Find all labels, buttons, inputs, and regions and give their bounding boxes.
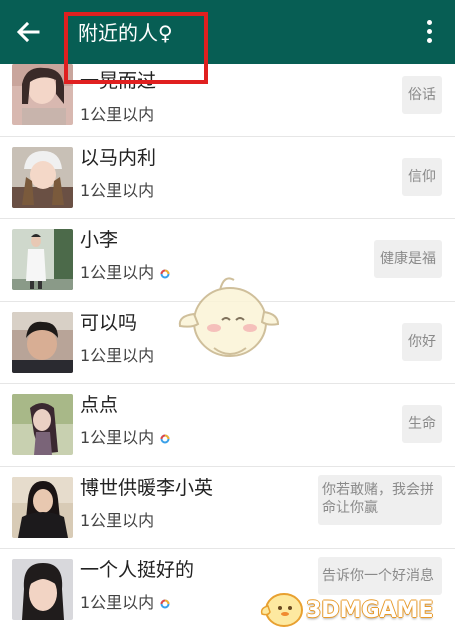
person-name: 可以吗 [80, 311, 138, 334]
avatar [12, 476, 73, 538]
status-bubble: 俗话 [402, 76, 442, 114]
person-name: 博世供暖李小英 [80, 476, 214, 499]
online-indicator-icon [160, 434, 170, 443]
mascot-watermark-icon [178, 277, 280, 357]
status-bubble: 你若敢赌，我会拼命让你赢 [318, 474, 442, 525]
distance-label: 1公里以内 [80, 592, 170, 614]
list-item[interactable]: 以马内利 1公里以内 信仰 [0, 137, 455, 219]
avatar [12, 311, 73, 373]
status-bubble: 健康是福 [374, 240, 442, 278]
status-bubble: 你好 [402, 322, 442, 361]
avatar [12, 146, 73, 208]
person-name: 一个人挺好的 [80, 559, 195, 581]
back-arrow-icon[interactable] [14, 18, 42, 46]
more-options-icon[interactable] [425, 20, 433, 46]
status-bubble: 信仰 [402, 157, 442, 196]
avatar [12, 394, 73, 455]
avatar [12, 559, 73, 620]
distance-label: 1公里以内 [80, 427, 170, 449]
online-indicator-icon [160, 269, 170, 278]
person-name: 以马内利 [80, 146, 157, 169]
distance-label: 1公里以内 [80, 262, 170, 284]
person-name: 小李 [80, 229, 119, 251]
avatar [12, 229, 73, 290]
distance-label: 1公里以内 [80, 510, 155, 530]
brand-watermark-text: 3DMGAME [306, 598, 434, 623]
online-indicator-icon [160, 599, 170, 608]
distance-label: 1公里以内 [80, 345, 155, 365]
distance-label: 1公里以内 [80, 180, 155, 200]
status-bubble: 生命 [402, 405, 442, 443]
person-name: 点点 [80, 394, 119, 416]
list-item[interactable]: 博世供暖李小英 1公里以内 你若敢赌，我会拼命让你赢 [0, 467, 455, 549]
list-item[interactable]: 点点 1公里以内 生命 [0, 384, 455, 467]
title-highlight-box [64, 12, 208, 84]
distance-label: 1公里以内 [80, 105, 155, 124]
